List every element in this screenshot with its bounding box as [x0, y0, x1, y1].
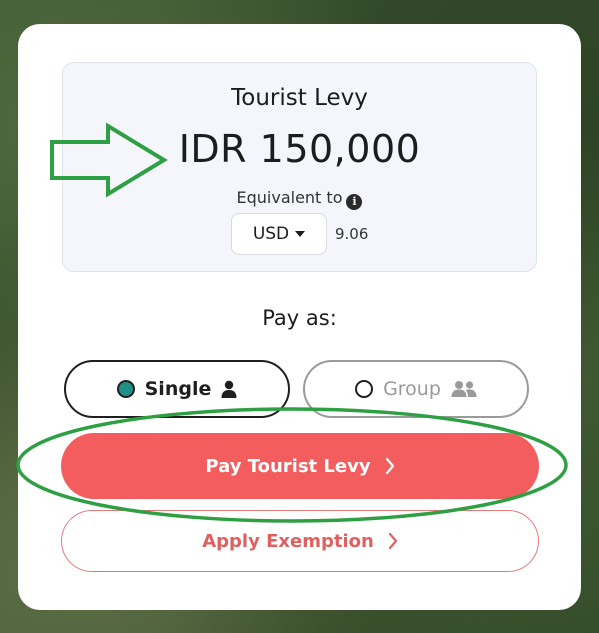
- pay-button-label: Pay Tourist Levy: [205, 455, 371, 477]
- levy-summary-box: Tourist Levy IDR 150,000 Equivalent to i …: [62, 62, 537, 272]
- caret-down-icon: [295, 231, 306, 237]
- levy-title: Tourist Levy: [231, 85, 368, 111]
- info-icon[interactable]: i: [346, 194, 363, 210]
- option-single-label: Single: [144, 378, 212, 400]
- person-icon: [221, 380, 237, 398]
- converted-value: 9.06: [335, 225, 369, 243]
- group-icon: [451, 380, 477, 398]
- apply-exemption-button[interactable]: Apply Exemption: [61, 510, 539, 572]
- option-group-label: Group: [383, 378, 441, 400]
- option-group[interactable]: Group: [303, 360, 529, 418]
- pay-as-label: Pay as:: [262, 306, 337, 330]
- exemption-button-label: Apply Exemption: [202, 530, 374, 552]
- equivalent-label: Equivalent to: [236, 188, 343, 207]
- pay-tourist-levy-button[interactable]: Pay Tourist Levy: [61, 433, 539, 499]
- levy-amount: IDR 150,000: [178, 127, 421, 171]
- currency-select[interactable]: USD: [231, 213, 327, 255]
- chevron-right-icon: [385, 457, 395, 475]
- option-single[interactable]: Single: [64, 360, 290, 418]
- currency-selected: USD: [252, 224, 290, 244]
- radio-unselected-icon: [355, 380, 374, 398]
- chevron-right-icon: [388, 532, 398, 550]
- equivalent-row: Equivalent to i: [63, 188, 536, 210]
- radio-selected-icon: [116, 380, 135, 398]
